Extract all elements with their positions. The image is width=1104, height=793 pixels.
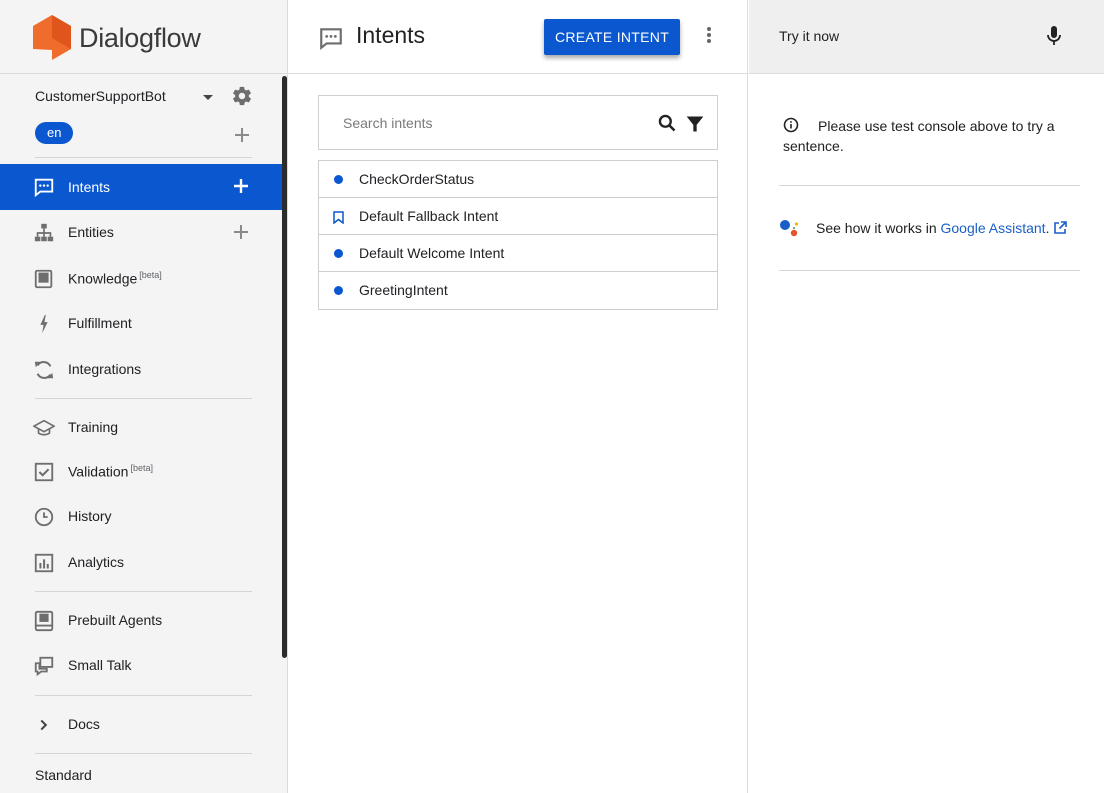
intents-panel: Intents CREATE INTENT CheckOrderStatus D… xyxy=(288,0,748,793)
sidebar-item-validation[interactable]: Validation [beta] xyxy=(0,449,282,493)
chat-icon xyxy=(320,28,342,51)
page-title: Intents xyxy=(356,22,426,48)
status-dot xyxy=(334,175,343,184)
intents-header: Intents CREATE INTENT xyxy=(288,0,748,74)
sidebar-item-fulfillment[interactable]: Fulfillment xyxy=(0,301,282,345)
sidebar-item-intents[interactable]: Intents xyxy=(0,164,282,210)
add-intent-icon[interactable] xyxy=(232,177,250,195)
divider xyxy=(35,753,252,754)
sidebar-item-label: History xyxy=(68,508,112,524)
intent-row[interactable]: CheckOrderStatus xyxy=(319,161,717,198)
sidebar-item-training[interactable]: Training xyxy=(0,405,282,449)
sidebar-item-prebuilt-agents[interactable]: Prebuilt Agents xyxy=(0,598,282,642)
divider xyxy=(779,185,1080,186)
intent-name: Default Fallback Intent xyxy=(359,208,499,224)
status-dot xyxy=(334,249,343,258)
search-box xyxy=(318,95,718,150)
bar-chart-icon xyxy=(34,553,54,573)
sidebar-item-analytics[interactable]: Analytics xyxy=(0,540,282,584)
sidebar-item-knowledge[interactable]: Knowledge [beta] xyxy=(0,256,282,300)
clock-icon xyxy=(34,507,54,527)
divider xyxy=(779,270,1080,271)
graduation-cap-icon xyxy=(33,419,55,436)
sidebar-item-label: Docs xyxy=(68,716,100,732)
sidebar-item-text: Knowledge xyxy=(68,270,138,287)
sidebar-item-label: Analytics xyxy=(68,554,125,570)
google-assistant-row: See how it works in Google Assistant. xyxy=(779,216,1068,240)
agent-book-icon xyxy=(34,610,54,632)
intent-name: GreetingIntent xyxy=(359,282,448,298)
bolt-icon xyxy=(40,314,48,334)
sidebar-item-history[interactable]: History xyxy=(0,494,282,538)
microphone-icon[interactable] xyxy=(1046,25,1062,47)
sidebar-scrollbar[interactable] xyxy=(282,76,287,658)
create-intent-button[interactable]: CREATE INTENT xyxy=(544,19,680,55)
info-message: Please use test console above to try a s… xyxy=(783,116,1073,156)
caret-down-icon[interactable] xyxy=(203,95,213,100)
intent-name: CheckOrderStatus xyxy=(359,171,475,187)
sidebar-item-integrations[interactable]: Integrations xyxy=(0,347,282,391)
sidebar-item-label: Validation [beta] xyxy=(68,463,153,480)
sidebar-item-label: Training xyxy=(68,419,119,435)
divider xyxy=(35,695,252,696)
more-options-icon[interactable] xyxy=(704,27,714,45)
agent-selector[interactable]: CustomerSupportBot xyxy=(35,85,260,108)
sitemap-icon xyxy=(34,223,54,242)
intent-name: Default Welcome Intent xyxy=(359,245,505,261)
sync-icon xyxy=(34,361,54,379)
sidebar-item-label: Knowledge [beta] xyxy=(68,270,162,287)
assistant-prefix: See how it works in xyxy=(816,220,941,236)
sidebar-item-label: Integrations xyxy=(68,361,142,377)
beta-badge: [beta] xyxy=(139,269,162,280)
intent-row[interactable]: Default Welcome Intent xyxy=(319,235,717,272)
add-language-icon[interactable] xyxy=(233,126,251,144)
chat-icon xyxy=(34,178,54,198)
brand-name: Dialogflow xyxy=(79,22,201,53)
search-input[interactable] xyxy=(319,96,639,149)
agent-name: CustomerSupportBot xyxy=(35,88,166,104)
checkbox-icon xyxy=(34,462,54,482)
assistant-suffix: . xyxy=(1045,220,1050,236)
bookmark-icon xyxy=(333,211,344,224)
google-assistant-link[interactable]: Google Assistant xyxy=(941,220,1046,236)
dialogflow-logo[interactable]: Dialogflow xyxy=(33,15,201,61)
sidebar: Dialogflow CustomerSupportBot en Intents xyxy=(0,0,288,793)
book-icon xyxy=(34,269,53,289)
sidebar-item-label: Intents xyxy=(68,179,111,195)
sidebar-item-label: Prebuilt Agents xyxy=(68,612,163,628)
sidebar-item-small-talk[interactable]: Small Talk xyxy=(0,643,282,687)
intent-row[interactable]: Default Fallback Intent xyxy=(319,198,717,235)
beta-badge: [beta] xyxy=(130,462,153,473)
dialogflow-logo-icon xyxy=(33,15,71,60)
chat-bubbles-icon xyxy=(34,656,54,677)
sidebar-item-label: Entities xyxy=(68,224,114,240)
external-link-icon[interactable] xyxy=(1053,221,1068,235)
sidebar-item-docs[interactable]: Docs xyxy=(0,702,282,746)
sidebar-item-label: Fulfillment xyxy=(68,315,132,331)
divider xyxy=(35,591,252,592)
divider xyxy=(0,73,287,74)
intent-row[interactable]: GreetingIntent xyxy=(319,272,717,309)
divider xyxy=(35,398,252,399)
info-icon xyxy=(783,117,799,133)
assistant-text: See how it works in Google Assistant. xyxy=(816,220,1049,236)
info-text: Please use test console above to try a s… xyxy=(783,118,1055,154)
intent-list: CheckOrderStatus Default Fallback Intent… xyxy=(318,160,718,310)
filter-icon[interactable] xyxy=(685,114,705,134)
try-it-input[interactable]: Try it now xyxy=(779,28,839,44)
sidebar-item-label: Small Talk xyxy=(68,657,132,673)
try-it-header: Try it now xyxy=(749,0,1104,74)
search-icon[interactable] xyxy=(657,113,677,133)
add-entity-icon[interactable] xyxy=(232,223,250,241)
try-it-panel: Try it now Please use test console above… xyxy=(749,0,1104,793)
gear-icon[interactable] xyxy=(231,85,253,107)
language-chip[interactable]: en xyxy=(35,122,74,144)
sidebar-item-text: Validation xyxy=(68,463,129,480)
status-dot xyxy=(334,286,343,295)
sidebar-item-entities[interactable]: Entities xyxy=(0,210,282,254)
divider xyxy=(35,157,252,158)
plan-label: Standard xyxy=(35,767,92,783)
chevron-right-icon xyxy=(40,719,48,731)
google-assistant-icon xyxy=(780,220,799,237)
